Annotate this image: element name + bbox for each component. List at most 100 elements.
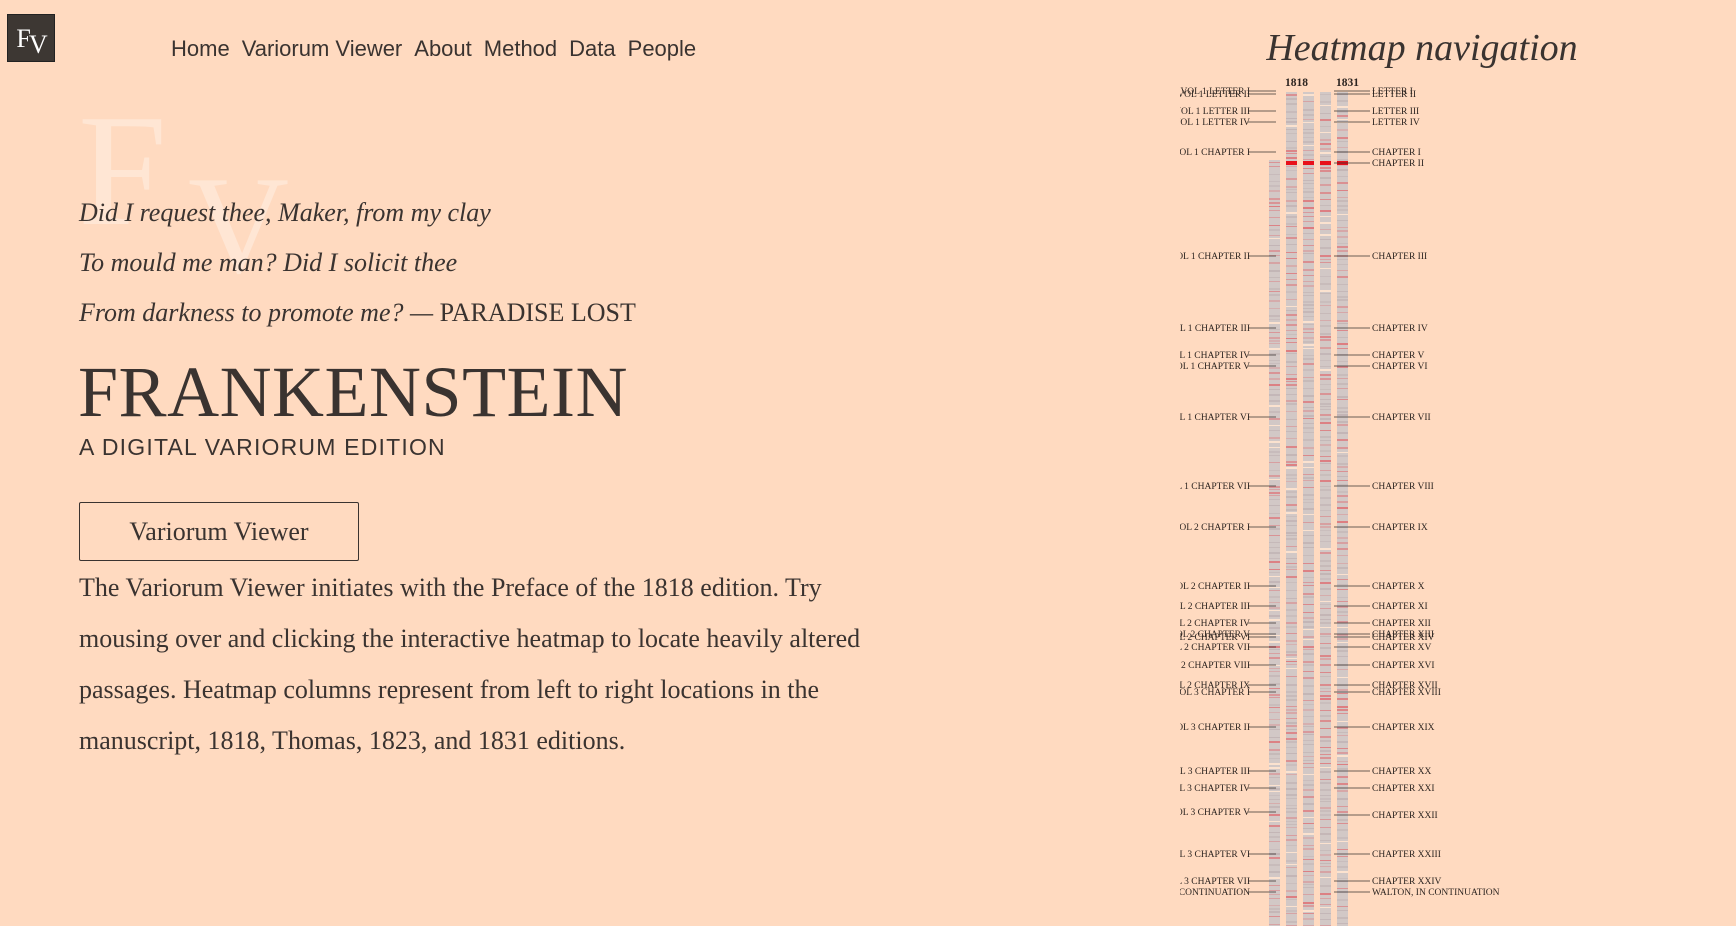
heatmap-cell[interactable]	[1320, 497, 1331, 499]
heatmap-cell[interactable]	[1269, 719, 1280, 720]
heatmap-cell[interactable]	[1303, 709, 1314, 711]
right-chapter-label[interactable]: WALTON, IN CONTINUATION	[1372, 888, 1500, 898]
heatmap-cell[interactable]	[1320, 456, 1331, 457]
heatmap-cell[interactable]	[1303, 200, 1314, 202]
heatmap-cell[interactable]	[1286, 691, 1297, 693]
heatmap-cell[interactable]	[1320, 234, 1331, 236]
heatmap-cell[interactable]	[1286, 664, 1297, 665]
heatmap-cell[interactable]	[1337, 343, 1348, 345]
heatmap-column[interactable]	[1320, 92, 1331, 926]
heatmap-cell[interactable]	[1286, 388, 1297, 389]
heatmap-cell[interactable]	[1337, 923, 1348, 924]
heatmap-cell[interactable]	[1269, 569, 1280, 570]
heatmap-hot-cell[interactable]	[1303, 161, 1314, 165]
heatmap-cell[interactable]	[1269, 528, 1280, 530]
heatmap-cell[interactable]	[1303, 348, 1314, 349]
heatmap-cell[interactable]	[1320, 422, 1331, 424]
heatmap-cell[interactable]	[1269, 649, 1280, 650]
right-chapter-label[interactable]: CHAPTER XI	[1372, 602, 1428, 612]
heatmap-cell[interactable]	[1320, 767, 1331, 768]
heatmap-cell[interactable]	[1337, 411, 1348, 413]
heatmap-cell[interactable]	[1320, 798, 1331, 800]
heatmap-cell[interactable]	[1337, 119, 1348, 120]
heatmap-cell[interactable]	[1337, 361, 1348, 362]
heatmap-cell[interactable]	[1337, 466, 1348, 468]
heatmap-cell[interactable]	[1269, 479, 1280, 480]
heatmap-cell[interactable]	[1337, 320, 1348, 322]
heatmap-cell[interactable]	[1320, 750, 1331, 752]
heatmap-cell[interactable]	[1303, 723, 1314, 725]
heatmap-cell[interactable]	[1286, 651, 1297, 653]
heatmap-cell[interactable]	[1286, 342, 1297, 343]
heatmap-cell[interactable]	[1320, 827, 1331, 828]
heatmap-cell[interactable]	[1269, 871, 1280, 873]
heatmap-cell[interactable]	[1286, 661, 1297, 662]
heatmap-cell[interactable]	[1303, 760, 1314, 761]
heatmap-cell[interactable]	[1337, 106, 1348, 108]
heatmap-cell[interactable]	[1337, 650, 1348, 652]
heatmap-cell[interactable]	[1303, 856, 1314, 857]
heatmap-cell[interactable]	[1337, 597, 1348, 598]
heatmap-cell[interactable]	[1286, 384, 1297, 386]
right-chapter-label[interactable]: CHAPTER XXI	[1372, 784, 1435, 794]
heatmap-cell[interactable]	[1320, 570, 1331, 571]
heatmap-cell[interactable]	[1286, 94, 1297, 96]
heatmap-cell[interactable]	[1286, 615, 1297, 617]
heatmap-cell[interactable]	[1303, 828, 1314, 829]
heatmap-cell[interactable]	[1320, 840, 1331, 841]
heatmap-cell[interactable]	[1286, 712, 1297, 714]
heatmap-cell[interactable]	[1320, 113, 1331, 114]
heatmap-cell[interactable]	[1320, 530, 1331, 531]
heatmap-cell[interactable]	[1337, 849, 1348, 850]
heatmap-cell[interactable]	[1320, 418, 1331, 420]
heatmap-cell[interactable]	[1337, 798, 1348, 800]
heatmap-cell[interactable]	[1320, 893, 1331, 895]
heatmap-cell[interactable]	[1286, 640, 1297, 642]
heatmap-cell[interactable]	[1303, 604, 1314, 605]
heatmap-cell[interactable]	[1286, 535, 1297, 536]
heatmap-cell[interactable]	[1303, 767, 1314, 768]
left-chapter-label[interactable]: VOL 2 CHAPTER VIII	[1180, 661, 1250, 671]
heatmap-cell[interactable]	[1303, 636, 1314, 638]
left-chapter-label[interactable]: VOL 3 CHAPTER VII	[1180, 877, 1250, 887]
heatmap-cell[interactable]	[1303, 145, 1314, 146]
heatmap-cell[interactable]	[1286, 738, 1297, 740]
heatmap-cell[interactable]	[1286, 118, 1297, 119]
heatmap-cell[interactable]	[1320, 255, 1331, 257]
heatmap-cell[interactable]	[1337, 761, 1348, 762]
heatmap-cell[interactable]	[1269, 707, 1280, 708]
heatmap-cell[interactable]	[1303, 817, 1314, 818]
left-chapter-label[interactable]: VOL 3 CHAPTER IV	[1180, 784, 1250, 794]
heatmap-cell[interactable]	[1269, 825, 1280, 827]
heatmap-cell[interactable]	[1320, 474, 1331, 476]
heatmap-cell[interactable]	[1320, 347, 1331, 349]
heatmap-cell[interactable]	[1286, 654, 1297, 656]
heatmap-cell[interactable]	[1337, 706, 1348, 708]
right-chapter-label[interactable]: CHAPTER XII	[1372, 619, 1431, 629]
heatmap-cell[interactable]	[1286, 824, 1297, 825]
heatmap-cell[interactable]	[1303, 474, 1314, 475]
heatmap-cell[interactable]	[1269, 653, 1280, 654]
heatmap-cell[interactable]	[1320, 676, 1331, 677]
heatmap-cell[interactable]	[1337, 917, 1348, 919]
heatmap-cell[interactable]	[1269, 262, 1280, 264]
heatmap-cell[interactable]	[1269, 911, 1280, 913]
heatmap-cell[interactable]	[1337, 910, 1348, 911]
heatmap-cell[interactable]	[1303, 395, 1314, 397]
heatmap-cell[interactable]	[1320, 480, 1331, 482]
nav-home[interactable]: Home	[171, 36, 230, 62]
heatmap-cell[interactable]	[1320, 736, 1331, 738]
heatmap-cell[interactable]	[1320, 156, 1331, 157]
heatmap-cell[interactable]	[1286, 774, 1297, 775]
heatmap-cell[interactable]	[1337, 537, 1348, 539]
heatmap-cell[interactable]	[1320, 333, 1331, 335]
heatmap-cell[interactable]	[1303, 285, 1314, 287]
heatmap-cell[interactable]	[1320, 313, 1331, 314]
heatmap-cell[interactable]	[1337, 205, 1348, 207]
heatmap-cell[interactable]	[1337, 689, 1348, 691]
heatmap-cell[interactable]	[1337, 555, 1348, 556]
right-chapter-label[interactable]: LETTER II	[1372, 90, 1416, 100]
heatmap-cell[interactable]	[1269, 495, 1280, 496]
heatmap-cell[interactable]	[1286, 805, 1297, 806]
heatmap-cell[interactable]	[1269, 924, 1280, 925]
